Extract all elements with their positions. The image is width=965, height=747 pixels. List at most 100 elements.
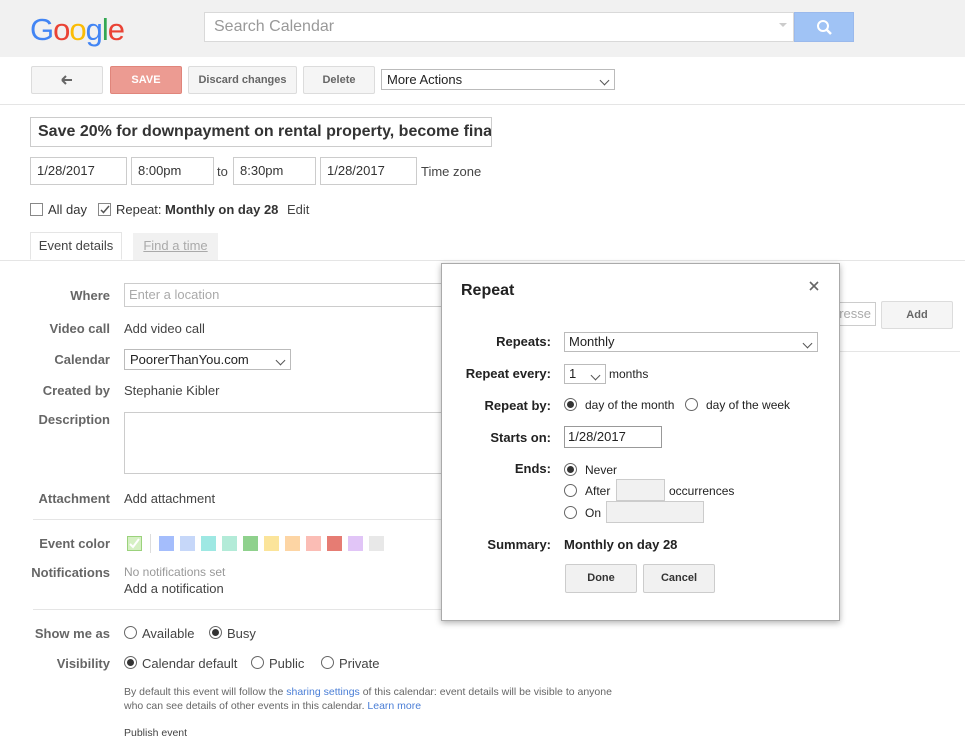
calendar-value: PoorerThanYou.com — [130, 352, 249, 367]
available-radio[interactable] — [124, 626, 137, 639]
day-of-week-label: day of the week — [706, 398, 791, 412]
repeat-dialog: Repeat Repeats: Monthly Repeat every: 1 … — [441, 263, 840, 621]
starts-on-label: Starts on: — [490, 430, 551, 445]
event-color-label: Event color — [39, 536, 110, 551]
summary-label: Summary: — [487, 537, 551, 552]
tab-event-details[interactable]: Event details — [30, 232, 122, 260]
color-swatch[interactable] — [306, 536, 321, 551]
delete-button[interactable]: Delete — [303, 66, 375, 94]
publish-event-link[interactable]: Publish event — [124, 727, 187, 739]
busy-radio[interactable] — [209, 626, 222, 639]
sharing-settings-link[interactable]: sharing settings — [286, 686, 360, 698]
close-icon[interactable] — [806, 278, 822, 294]
calendar-label: Calendar — [54, 352, 110, 367]
default-color-swatch[interactable] — [127, 536, 142, 551]
repeat-checkbox[interactable] — [98, 203, 111, 216]
add-attachment-link[interactable]: Add attachment — [124, 491, 215, 506]
color-swatch[interactable] — [285, 536, 300, 551]
ends-after-radio[interactable] — [564, 484, 577, 497]
add-video-call-link[interactable]: Add video call — [124, 321, 205, 336]
end-date-input[interactable]: 1/28/2017 — [320, 157, 417, 185]
calendar-select[interactable]: PoorerThanYou.com — [124, 349, 291, 370]
discard-changes-button[interactable]: Discard changes — [188, 66, 297, 94]
chevron-down-icon — [275, 355, 286, 366]
visibility-note: By default this event will follow the sh… — [124, 686, 612, 698]
start-date-input[interactable]: 1/28/2017 — [30, 157, 127, 185]
color-swatch[interactable] — [327, 536, 342, 551]
done-button[interactable]: Done — [565, 564, 637, 593]
color-swatch[interactable] — [159, 536, 174, 551]
occurrences-label: occurrences — [669, 484, 735, 498]
tab-divider — [0, 260, 965, 261]
color-swatch[interactable] — [369, 536, 384, 551]
repeat-by-label: Repeat by: — [484, 398, 551, 413]
color-swatch[interactable] — [348, 536, 363, 551]
calendar-default-radio[interactable] — [124, 656, 137, 669]
ends-never-radio[interactable] — [564, 463, 577, 476]
search-input[interactable]: Search Calendar — [204, 12, 794, 42]
public-radio[interactable] — [251, 656, 264, 669]
color-swatch[interactable] — [222, 536, 237, 551]
repeat-every-label: Repeat every: — [465, 366, 551, 381]
day-of-month-radio[interactable] — [564, 398, 577, 411]
learn-more-link[interactable]: Learn more — [367, 700, 421, 712]
tab-find-a-time[interactable]: Find a time — [133, 233, 218, 260]
note-text: who can see details of other events in t… — [124, 700, 365, 712]
visibility-label: Visibility — [56, 656, 110, 671]
cancel-button[interactable]: Cancel — [643, 564, 715, 593]
all-day-checkbox[interactable] — [30, 203, 43, 216]
show-me-as-label: Show me as — [34, 626, 110, 641]
back-button[interactable] — [31, 66, 103, 94]
ends-on-radio[interactable] — [564, 506, 577, 519]
repeat-every-select[interactable]: 1 — [564, 364, 606, 384]
color-swatch[interactable] — [243, 536, 258, 551]
private-radio[interactable] — [321, 656, 334, 669]
more-actions-select[interactable]: More Actions — [381, 69, 615, 90]
repeat-edit-link[interactable]: Edit — [287, 202, 309, 217]
on-label: On — [585, 506, 602, 520]
repeats-value: Monthly — [569, 334, 615, 349]
visibility-note-2: who can see details of other events in t… — [124, 700, 421, 712]
more-actions-label: More Actions — [387, 72, 463, 87]
summary-value: Monthly on day 28 — [564, 537, 678, 552]
available-label: Available — [142, 626, 195, 641]
description-textarea[interactable] — [124, 412, 454, 474]
dialog-title: Repeat — [461, 282, 515, 299]
day-of-week-radio[interactable] — [685, 398, 698, 411]
ends-on-date-input[interactable] — [606, 501, 704, 523]
color-swatch[interactable] — [264, 536, 279, 551]
attachment-label: Attachment — [38, 491, 110, 506]
occurrences-input[interactable] — [616, 479, 665, 501]
divider — [33, 519, 443, 520]
checkmark-icon — [100, 205, 110, 214]
save-button[interactable]: SAVE — [110, 66, 182, 94]
divider — [33, 609, 443, 610]
public-label: Public — [269, 656, 305, 671]
never-label: Never — [585, 463, 618, 477]
calendar-default-label: Calendar default — [142, 656, 238, 671]
search-placeholder: Search Calendar — [214, 18, 335, 35]
event-title-input[interactable]: Save 20% for downpayment on rental prope… — [30, 117, 492, 147]
end-time-input[interactable]: 8:30pm — [233, 157, 316, 185]
search-dropdown-icon[interactable] — [779, 23, 787, 27]
time-zone-link[interactable]: Time zone — [421, 164, 481, 179]
add-guest-button[interactable]: Add — [881, 301, 953, 329]
after-label: After — [585, 484, 611, 498]
color-swatch[interactable] — [180, 536, 195, 551]
checkmark-icon — [129, 538, 140, 549]
search-button[interactable] — [794, 12, 854, 42]
starts-on-input[interactable]: 1/28/2017 — [564, 426, 662, 448]
video-call-label: Video call — [49, 321, 110, 336]
created-by-value: Stephanie Kibler — [124, 383, 220, 398]
where-input[interactable]: Enter a location — [124, 283, 454, 307]
start-time-input[interactable]: 8:00pm — [131, 157, 214, 185]
color-swatch[interactable] — [201, 536, 216, 551]
add-notification-link[interactable]: Add a notification — [124, 581, 224, 596]
created-by-label: Created by — [42, 383, 110, 398]
months-label: months — [609, 367, 649, 381]
day-of-month-label: day of the month — [585, 398, 675, 412]
repeats-select[interactable]: Monthly — [564, 332, 818, 352]
google-logo[interactable]: Google — [30, 12, 125, 48]
divider — [0, 104, 965, 105]
where-label: Where — [70, 288, 110, 303]
